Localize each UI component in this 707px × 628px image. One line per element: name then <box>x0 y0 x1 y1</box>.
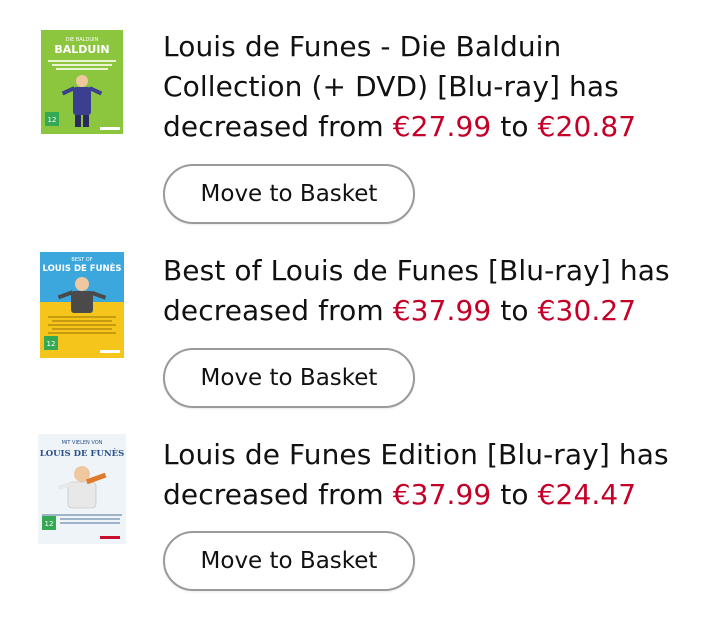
price-drop-message: Best of Louis de Funes [Blu-ray] has dec… <box>163 254 670 327</box>
product-cover-art: BEST OF LOUIS DE FUNÈS 12 <box>38 250 126 360</box>
svg-text:12: 12 <box>45 520 54 528</box>
cover-top-text: MIT VIELEN VON <box>62 440 103 446</box>
cover-heading: BALDUIN <box>54 43 109 56</box>
new-price: €30.27 <box>537 294 637 327</box>
product-cover-art: MIT VIELEN VON LOUIS DE FUNÈS 12 <box>38 434 126 544</box>
price-drop-message: Louis de Funes - Die Balduin Collection … <box>163 30 637 143</box>
old-price: €37.99 <box>392 294 492 327</box>
move-to-basket-button[interactable]: Move to Basket <box>163 164 415 224</box>
product-title[interactable]: Louis de Funes - Die Balduin Collection … <box>163 30 561 103</box>
product-title[interactable]: Best of Louis de Funes [Blu-ray] <box>163 254 611 287</box>
svg-text:12: 12 <box>47 340 56 348</box>
cover-heading: LOUIS DE FUNÈS <box>42 262 121 274</box>
cover-heading: LOUIS DE FUNÈS <box>40 447 125 459</box>
move-to-basket-button[interactable]: Move to Basket <box>163 348 415 408</box>
new-price: €20.87 <box>537 110 637 143</box>
product-image[interactable]: MIT VIELEN VON LOUIS DE FUNÈS 12 <box>38 434 126 544</box>
product-title[interactable]: Louis de Funes Edition [Blu-ray] <box>163 438 610 471</box>
old-price: €37.99 <box>392 478 492 511</box>
product-cover-art: DIE BALDUIN BALDUIN 12 <box>38 27 126 137</box>
old-price: €27.99 <box>392 110 492 143</box>
product-image[interactable]: BEST OF LOUIS DE FUNÈS 12 <box>38 250 126 360</box>
new-price: €24.47 <box>537 478 637 511</box>
move-to-basket-button[interactable]: Move to Basket <box>163 531 415 591</box>
price-drop-message: Louis de Funes Edition [Blu-ray] has dec… <box>163 438 669 511</box>
product-image[interactable]: DIE BALDUIN BALDUIN 12 <box>38 27 126 137</box>
cover-top-text: BEST OF <box>71 257 92 263</box>
svg-text:12: 12 <box>48 116 57 124</box>
